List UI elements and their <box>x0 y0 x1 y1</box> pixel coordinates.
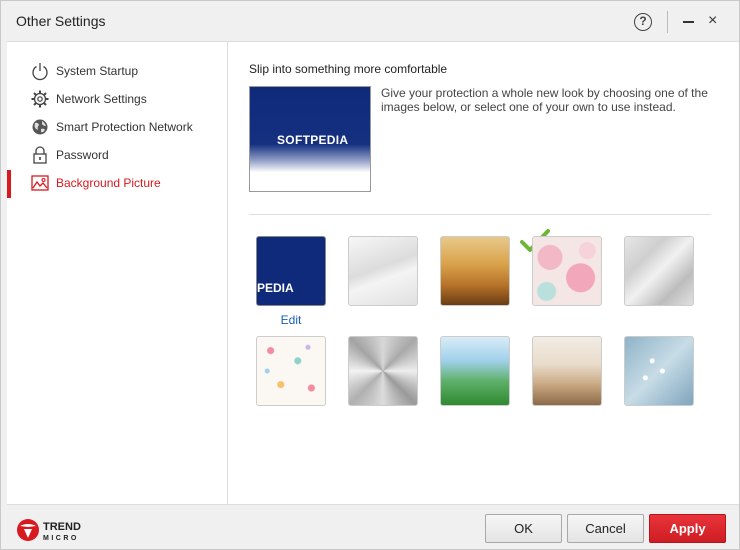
brand-line2: MICRO <box>43 535 79 542</box>
thumb-sandy-beach[interactable] <box>532 336 602 406</box>
picture-icon <box>31 175 49 191</box>
main-panel: Slip into something more comfortable SOF… <box>229 42 739 504</box>
page-heading: Slip into something more comfortable <box>249 62 448 76</box>
thumb-custom-softpedia[interactable]: PEDIA <box>256 236 326 306</box>
thumb-blue-blossom[interactable] <box>624 336 694 406</box>
sidebar-item-network-settings[interactable]: Network Settings <box>7 86 227 112</box>
globe-icon <box>32 119 48 135</box>
title-bar: Other Settings ? × <box>1 1 739 41</box>
thumb-grey-polygons[interactable] <box>624 236 694 306</box>
sidebar-item-background-picture[interactable]: Background Picture <box>7 170 227 198</box>
thumb-white-waves[interactable] <box>348 236 418 306</box>
sidebar-item-label: Smart Protection Network <box>56 120 193 134</box>
window-title: Other Settings <box>16 13 106 29</box>
minimize-button[interactable] <box>683 21 694 23</box>
close-button[interactable]: × <box>708 11 717 31</box>
thumb-logo-text: PEDIA <box>257 281 294 295</box>
sidebar-item-smart-protection-network[interactable]: Smart Protection Network <box>7 114 227 140</box>
description-text: Give your protection a whole new look by… <box>381 86 708 114</box>
thumb-brushed-metal[interactable] <box>348 336 418 406</box>
sidebar-item-system-startup[interactable]: System Startup <box>7 58 227 84</box>
cancel-button[interactable]: Cancel <box>567 514 644 543</box>
sidebar-item-label: Password <box>56 148 109 162</box>
gear-icon <box>31 90 49 108</box>
background-preview: SOFTPEDIA <box>249 86 371 192</box>
brand-line1: TREND <box>43 521 81 533</box>
thumb-green-grass[interactable] <box>440 336 510 406</box>
sidebar-item-password[interactable]: Password <box>7 142 227 168</box>
title-divider <box>667 11 668 33</box>
thumb-pink-bokeh[interactable] <box>532 236 602 306</box>
preview-logo-text: SOFTPEDIA <box>277 133 349 147</box>
power-icon <box>32 63 48 81</box>
sidebar-item-label: Background Picture <box>56 176 161 190</box>
lock-icon <box>33 146 47 164</box>
edit-link[interactable]: Edit <box>256 313 326 327</box>
sidebar: System Startup Network Settings Smart Pr… <box>7 42 228 504</box>
thumb-wheat-field[interactable] <box>440 236 510 306</box>
thumb-confetti-dots[interactable] <box>256 336 326 406</box>
section-divider <box>249 214 711 215</box>
sidebar-item-label: Network Settings <box>56 92 147 106</box>
ok-button[interactable]: OK <box>485 514 562 543</box>
help-button[interactable]: ? <box>634 13 652 31</box>
content-area: System Startup Network Settings Smart Pr… <box>7 41 739 505</box>
trend-micro-logo: TREND MICRO <box>17 519 81 542</box>
footer-bar: TREND MICRO OK Cancel Apply <box>1 506 739 550</box>
settings-window: Other Settings ? × System Startup Networ… <box>0 0 740 550</box>
apply-button[interactable]: Apply <box>649 514 726 543</box>
active-indicator <box>7 170 11 198</box>
sidebar-item-label: System Startup <box>56 64 139 78</box>
